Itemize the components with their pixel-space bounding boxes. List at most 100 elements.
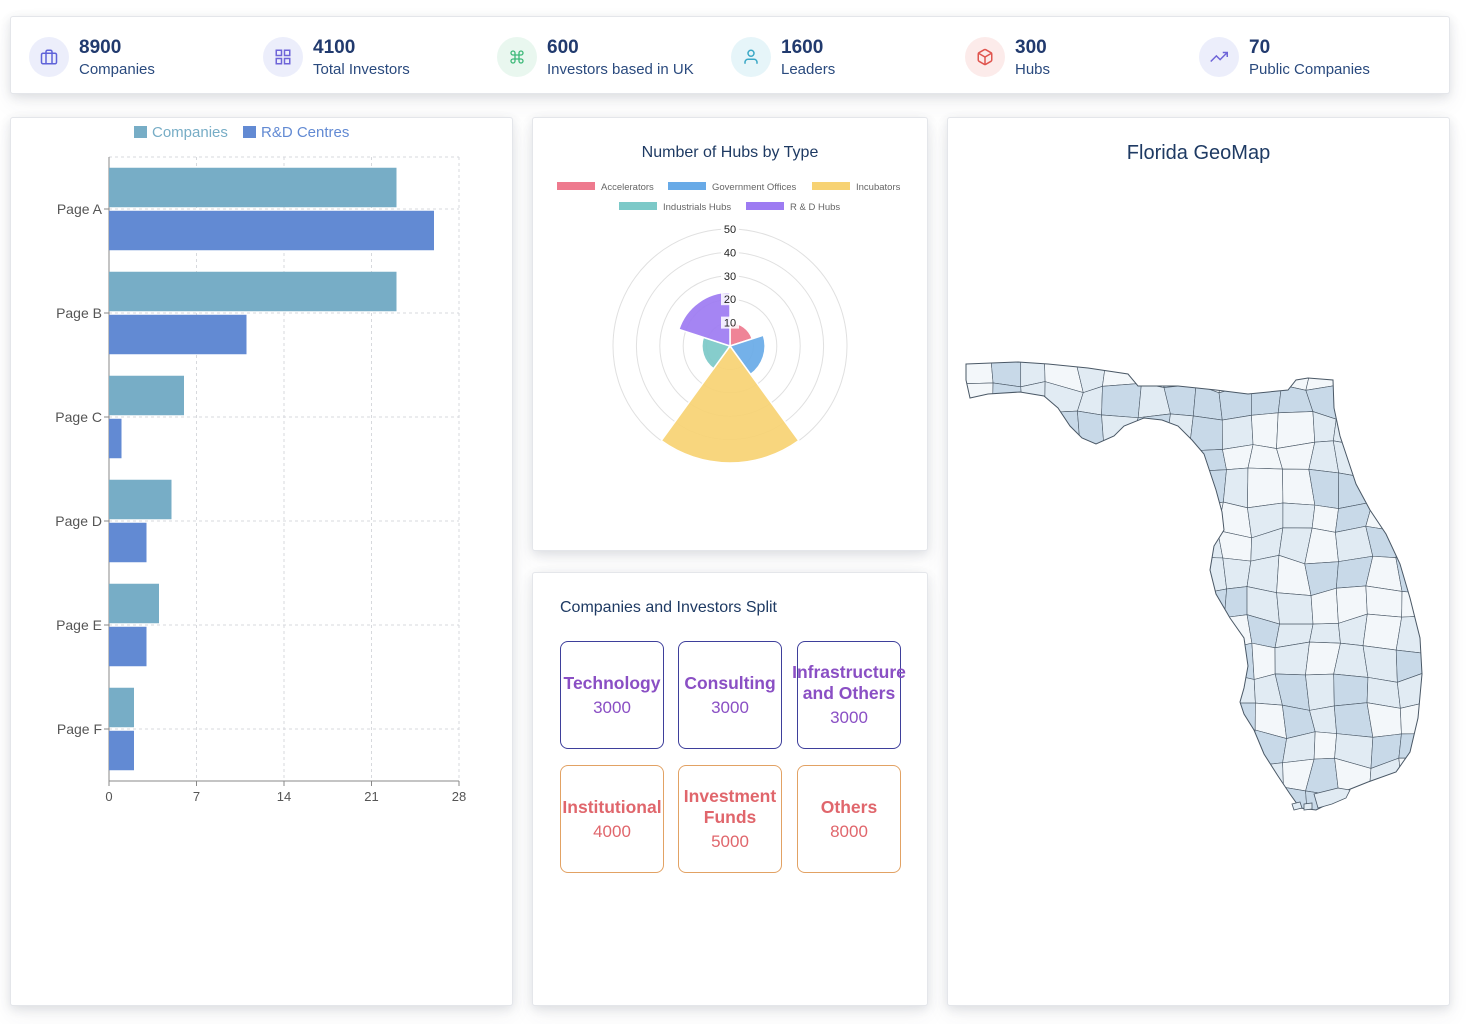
county-region[interactable] <box>1248 762 1284 796</box>
legend-label[interactable]: Industrials Hubs <box>663 202 731 213</box>
county-region[interactable] <box>962 701 987 739</box>
county-region[interactable] <box>1013 764 1048 795</box>
legend-label-rd-centres[interactable]: R&D Centres <box>261 124 349 141</box>
county-region[interactable] <box>1361 447 1400 478</box>
county-region[interactable] <box>1218 358 1252 394</box>
county-region[interactable] <box>1046 559 1080 588</box>
county-region[interactable] <box>1222 557 1252 590</box>
county-region[interactable] <box>1046 732 1074 766</box>
county-region[interactable] <box>1251 383 1282 416</box>
county-region[interactable] <box>1158 760 1197 796</box>
county-region[interactable] <box>985 645 1025 684</box>
county-region[interactable] <box>985 701 1024 735</box>
county-region[interactable] <box>1052 616 1079 650</box>
county-region[interactable] <box>1362 645 1398 683</box>
county-region[interactable] <box>1194 501 1224 536</box>
county-region[interactable] <box>962 468 994 509</box>
county-region[interactable] <box>991 382 1024 419</box>
county-region[interactable] <box>1395 615 1426 654</box>
county-region[interactable] <box>1103 442 1134 475</box>
county-region[interactable] <box>1017 649 1054 684</box>
county-region[interactable] <box>1365 585 1403 618</box>
county-region[interactable] <box>1108 530 1140 561</box>
county-region[interactable] <box>962 734 988 768</box>
county-region[interactable] <box>1131 591 1170 623</box>
county-region[interactable] <box>986 786 1023 822</box>
county-region[interactable] <box>1313 731 1337 760</box>
county-region[interactable] <box>1165 413 1194 452</box>
county-region[interactable] <box>1163 707 1193 739</box>
county-region[interactable] <box>1187 737 1223 770</box>
county-region[interactable] <box>1015 679 1054 705</box>
county-region[interactable] <box>1100 671 1138 711</box>
county-region[interactable] <box>1101 414 1139 451</box>
legend-label[interactable]: Government Offices <box>712 182 797 193</box>
bar-companies[interactable] <box>109 271 397 312</box>
county-region[interactable] <box>1129 705 1171 736</box>
county-region[interactable] <box>962 412 993 448</box>
bar-companies[interactable] <box>109 479 172 520</box>
county-region[interactable] <box>962 583 989 622</box>
bar-companies[interactable] <box>109 375 184 416</box>
county-region[interactable] <box>1133 530 1171 563</box>
bar-rd-centres[interactable] <box>109 314 247 355</box>
bar-rd-centres[interactable] <box>109 730 134 771</box>
county-region[interactable] <box>1130 760 1160 795</box>
county-region[interactable] <box>1129 734 1165 771</box>
county-region[interactable] <box>1188 530 1224 559</box>
county-region[interactable] <box>1130 471 1165 505</box>
county-region[interactable] <box>1400 702 1426 735</box>
county-region[interactable] <box>1135 645 1167 676</box>
county-region[interactable] <box>1361 476 1398 506</box>
county-region[interactable] <box>1398 733 1426 759</box>
county-region[interactable] <box>1333 702 1374 738</box>
legend-label[interactable]: Incubators <box>856 182 901 193</box>
county-region[interactable] <box>1135 671 1171 709</box>
county-region[interactable] <box>1311 504 1339 533</box>
county-region[interactable] <box>1274 641 1310 676</box>
county-region[interactable] <box>1219 766 1258 796</box>
county-region[interactable] <box>1102 468 1134 505</box>
county-region[interactable] <box>1046 526 1085 567</box>
county-region[interactable] <box>1077 410 1105 451</box>
county-region[interactable] <box>985 670 1025 705</box>
county-region[interactable] <box>1164 530 1200 563</box>
county-region[interactable] <box>986 764 1022 800</box>
county-region[interactable] <box>1079 447 1108 471</box>
county-region[interactable] <box>962 358 994 385</box>
county-region[interactable] <box>1043 679 1080 706</box>
county-region[interactable] <box>985 619 1019 655</box>
county-region[interactable] <box>1158 735 1196 771</box>
county-region[interactable] <box>1020 729 1049 766</box>
tile-others[interactable]: Others 8000 <box>797 765 901 873</box>
county-region[interactable] <box>1015 584 1055 622</box>
county-region[interactable] <box>962 788 989 822</box>
county-region[interactable] <box>962 382 994 416</box>
county-region[interactable] <box>962 536 992 564</box>
county-region[interactable] <box>1072 468 1108 501</box>
county-region[interactable] <box>1159 358 1199 388</box>
county-region[interactable] <box>1129 443 1167 475</box>
county-region[interactable] <box>1336 358 1364 393</box>
county-region[interactable] <box>1368 795 1404 822</box>
county-region[interactable] <box>1370 420 1403 450</box>
county-region[interactable] <box>1016 500 1049 537</box>
county-region[interactable] <box>1223 642 1255 680</box>
county-region[interactable] <box>962 767 989 800</box>
county-region[interactable] <box>1191 644 1225 683</box>
county-region[interactable] <box>1014 467 1050 508</box>
polar-sector[interactable] <box>660 344 800 464</box>
bar-rd-centres[interactable] <box>109 522 147 563</box>
county-region[interactable] <box>1075 616 1108 645</box>
county-region[interactable] <box>991 500 1022 539</box>
county-region[interactable] <box>1104 705 1136 736</box>
county-region[interactable] <box>1223 467 1249 509</box>
county-region[interactable] <box>985 729 1024 768</box>
county-region[interactable] <box>1131 617 1170 649</box>
county-region[interactable] <box>986 583 1025 622</box>
county-region[interactable] <box>1221 414 1254 450</box>
county-region[interactable] <box>1192 383 1223 421</box>
county-region[interactable] <box>1159 793 1197 822</box>
county-region[interactable] <box>1105 732 1137 762</box>
county-region[interactable] <box>1276 592 1314 625</box>
